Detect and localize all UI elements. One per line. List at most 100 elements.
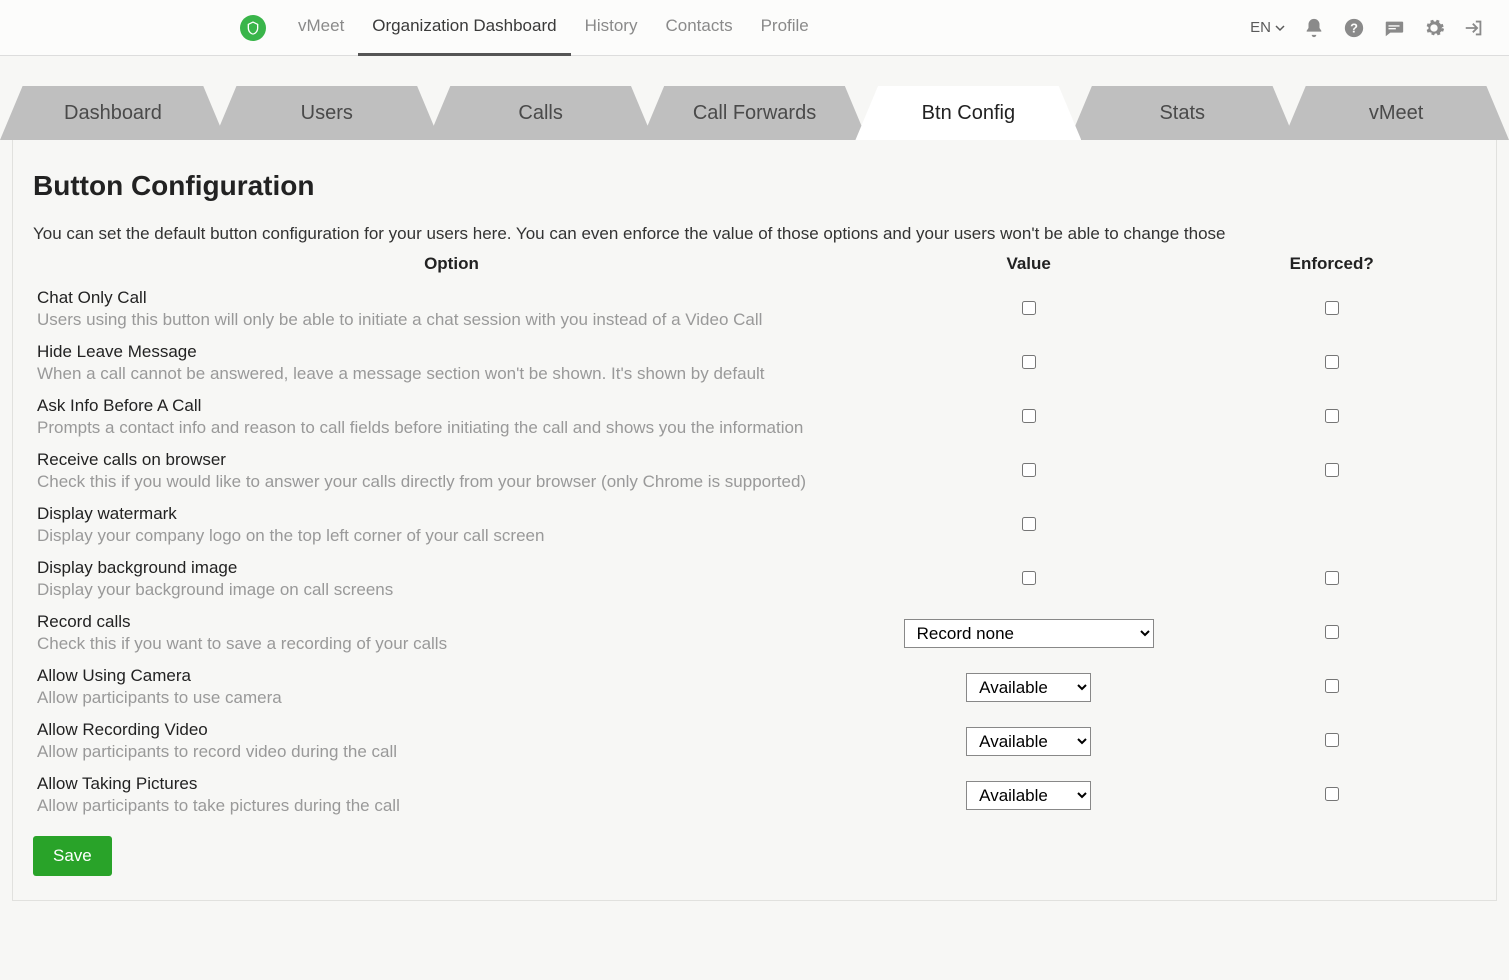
col-enforced: Enforced? bbox=[1187, 248, 1476, 282]
nav-item-contacts[interactable]: Contacts bbox=[651, 0, 746, 56]
enforced-cell bbox=[1187, 552, 1476, 606]
value-cell bbox=[870, 498, 1187, 552]
option-title: Ask Info Before A Call bbox=[37, 396, 866, 416]
enforced-cell bbox=[1187, 768, 1476, 822]
option-desc: Check this if you would like to answer y… bbox=[37, 472, 866, 492]
value-cell bbox=[870, 444, 1187, 498]
nav-item-organization-dashboard[interactable]: Organization Dashboard bbox=[358, 0, 570, 56]
col-option: Option bbox=[33, 248, 870, 282]
option-title: Allow Taking Pictures bbox=[37, 774, 866, 794]
record-select[interactable]: Record none bbox=[904, 619, 1154, 648]
enforced-checkbox[interactable] bbox=[1325, 301, 1339, 315]
option-title: Hide Leave Message bbox=[37, 342, 866, 362]
tabs-row: DashboardUsersCallsCall ForwardsBtn Conf… bbox=[6, 86, 1503, 140]
enforced-checkbox[interactable] bbox=[1325, 625, 1339, 639]
nav-item-profile[interactable]: Profile bbox=[747, 0, 823, 56]
table-row: Allow Taking PicturesAllow participants … bbox=[33, 768, 1476, 822]
nav-item-vmeet[interactable]: vMeet bbox=[284, 0, 358, 56]
option-cell: Chat Only CallUsers using this button wi… bbox=[33, 282, 870, 336]
tab-call-forwards[interactable]: Call Forwards bbox=[642, 86, 868, 140]
gear-icon[interactable] bbox=[1423, 17, 1445, 39]
table-row: Display watermarkDisplay your company lo… bbox=[33, 498, 1476, 552]
table-row: Hide Leave MessageWhen a call cannot be … bbox=[33, 336, 1476, 390]
top-right-actions: EN ? bbox=[1250, 17, 1485, 39]
option-desc: Check this if you want to save a recordi… bbox=[37, 634, 866, 654]
option-title: Chat Only Call bbox=[37, 288, 866, 308]
top-bar: vMeetOrganization DashboardHistoryContac… bbox=[0, 0, 1509, 56]
option-title: Display watermark bbox=[37, 504, 866, 524]
option-title: Allow Using Camera bbox=[37, 666, 866, 686]
enforced-checkbox[interactable] bbox=[1325, 787, 1339, 801]
tab-btn-config[interactable]: Btn Config bbox=[855, 86, 1081, 140]
available-select[interactable]: Available bbox=[966, 673, 1091, 702]
value-cell bbox=[870, 336, 1187, 390]
value-checkbox[interactable] bbox=[1022, 301, 1036, 315]
enforced-checkbox[interactable] bbox=[1325, 679, 1339, 693]
enforced-cell bbox=[1187, 282, 1476, 336]
enforced-checkbox[interactable] bbox=[1325, 355, 1339, 369]
value-checkbox[interactable] bbox=[1022, 409, 1036, 423]
option-cell: Receive calls on browserCheck this if yo… bbox=[33, 444, 870, 498]
option-cell: Display watermarkDisplay your company lo… bbox=[33, 498, 870, 552]
option-desc: Display your company logo on the top lef… bbox=[37, 526, 866, 546]
enforced-cell bbox=[1187, 606, 1476, 660]
tab-stats[interactable]: Stats bbox=[1069, 86, 1295, 140]
value-cell bbox=[870, 552, 1187, 606]
brand-logo[interactable] bbox=[240, 15, 266, 41]
enforced-cell bbox=[1187, 714, 1476, 768]
tab-users[interactable]: Users bbox=[214, 86, 440, 140]
option-cell: Ask Info Before A CallPrompts a contact … bbox=[33, 390, 870, 444]
option-desc: When a call cannot be answered, leave a … bbox=[37, 364, 866, 384]
tab-vmeet[interactable]: vMeet bbox=[1283, 86, 1509, 140]
option-cell: Record callsCheck this if you want to sa… bbox=[33, 606, 870, 660]
available-select[interactable]: Available bbox=[966, 727, 1091, 756]
table-row: Ask Info Before A CallPrompts a contact … bbox=[33, 390, 1476, 444]
value-checkbox[interactable] bbox=[1022, 355, 1036, 369]
value-checkbox[interactable] bbox=[1022, 571, 1036, 585]
option-desc: Display your background image on call sc… bbox=[37, 580, 866, 600]
logout-icon[interactable] bbox=[1463, 17, 1485, 39]
value-cell: Available bbox=[870, 714, 1187, 768]
available-select[interactable]: Available bbox=[966, 781, 1091, 810]
page-title: Button Configuration bbox=[33, 170, 1476, 202]
language-selector[interactable]: EN bbox=[1250, 19, 1285, 36]
value-checkbox[interactable] bbox=[1022, 517, 1036, 531]
option-cell: Allow Recording VideoAllow participants … bbox=[33, 714, 870, 768]
config-panel: Button Configuration You can set the def… bbox=[12, 140, 1497, 901]
table-row: Record callsCheck this if you want to sa… bbox=[33, 606, 1476, 660]
col-value: Value bbox=[870, 248, 1187, 282]
option-cell: Hide Leave MessageWhen a call cannot be … bbox=[33, 336, 870, 390]
nav-item-history[interactable]: History bbox=[571, 0, 652, 56]
chat-icon[interactable] bbox=[1383, 17, 1405, 39]
save-button[interactable]: Save bbox=[33, 836, 112, 876]
option-desc: Allow participants to record video durin… bbox=[37, 742, 866, 762]
option-title: Allow Recording Video bbox=[37, 720, 866, 740]
option-title: Record calls bbox=[37, 612, 866, 632]
enforced-checkbox[interactable] bbox=[1325, 571, 1339, 585]
bell-icon[interactable] bbox=[1303, 17, 1325, 39]
enforced-checkbox[interactable] bbox=[1325, 409, 1339, 423]
enforced-cell bbox=[1187, 660, 1476, 714]
value-checkbox[interactable] bbox=[1022, 463, 1036, 477]
value-cell: Record none bbox=[870, 606, 1187, 660]
option-desc: Users using this button will only be abl… bbox=[37, 310, 866, 330]
tab-calls[interactable]: Calls bbox=[428, 86, 654, 140]
value-cell bbox=[870, 390, 1187, 444]
table-row: Display background imageDisplay your bac… bbox=[33, 552, 1476, 606]
enforced-checkbox[interactable] bbox=[1325, 733, 1339, 747]
help-icon[interactable]: ? bbox=[1343, 17, 1365, 39]
option-title: Receive calls on browser bbox=[37, 450, 866, 470]
enforced-cell bbox=[1187, 390, 1476, 444]
option-cell: Allow Using CameraAllow participants to … bbox=[33, 660, 870, 714]
table-row: Receive calls on browserCheck this if yo… bbox=[33, 444, 1476, 498]
tabs-container: DashboardUsersCallsCall ForwardsBtn Conf… bbox=[0, 56, 1509, 901]
table-row: Chat Only CallUsers using this button wi… bbox=[33, 282, 1476, 336]
primary-nav: vMeetOrganization DashboardHistoryContac… bbox=[284, 0, 823, 56]
tab-dashboard[interactable]: Dashboard bbox=[0, 86, 226, 140]
enforced-cell bbox=[1187, 498, 1476, 552]
enforced-checkbox[interactable] bbox=[1325, 463, 1339, 477]
language-label: EN bbox=[1250, 19, 1271, 36]
option-desc: Allow participants to use camera bbox=[37, 688, 866, 708]
option-cell: Display background imageDisplay your bac… bbox=[33, 552, 870, 606]
table-row: Allow Recording VideoAllow participants … bbox=[33, 714, 1476, 768]
